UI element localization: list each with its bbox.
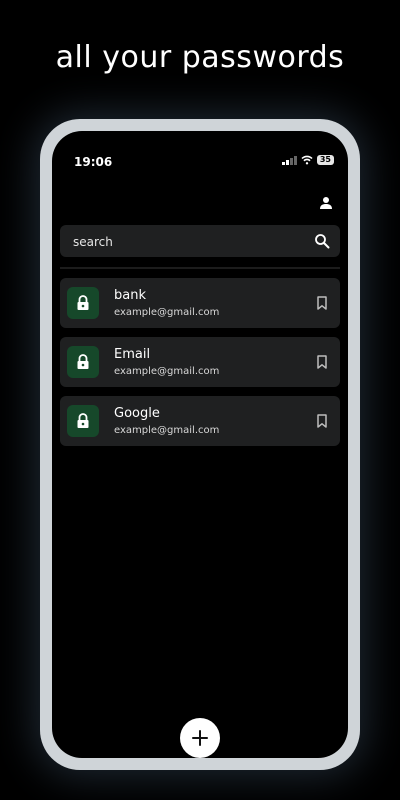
search-input[interactable]	[71, 225, 305, 259]
list-item[interactable]: Google example@gmail.com	[60, 396, 340, 446]
divider	[60, 267, 340, 269]
bookmark-icon[interactable]	[315, 354, 329, 370]
lock-icon	[67, 287, 99, 319]
app-screen: 19:06 35 search bank example@gmail.com E…	[52, 131, 348, 758]
item-title: Email	[114, 347, 151, 362]
list-item[interactable]: Email example@gmail.com	[60, 337, 340, 387]
search-icon[interactable]	[314, 233, 330, 249]
lock-icon	[67, 405, 99, 437]
search-bar	[60, 225, 340, 259]
password-list: bank example@gmail.com Email example@gma…	[60, 278, 340, 455]
item-subtitle: example@gmail.com	[114, 366, 220, 377]
wifi-icon	[301, 155, 313, 165]
add-password-button[interactable]	[180, 718, 220, 758]
profile-button[interactable]	[316, 193, 336, 213]
item-subtitle: example@gmail.com	[114, 425, 220, 436]
bookmark-icon[interactable]	[315, 413, 329, 429]
plus-icon	[192, 730, 208, 746]
item-title: Google	[114, 406, 160, 421]
item-subtitle: example@gmail.com	[114, 307, 220, 318]
status-time: 19:06	[74, 155, 113, 169]
promo-headline: all your passwords	[55, 40, 345, 75]
bookmark-icon[interactable]	[315, 295, 329, 311]
person-icon	[320, 197, 332, 209]
list-item[interactable]: bank example@gmail.com	[60, 278, 340, 328]
status-indicators: 35	[282, 155, 334, 165]
cellular-signal-icon	[282, 155, 297, 165]
battery-level: 35	[316, 155, 334, 165]
status-bar: 19:06 35	[74, 155, 334, 169]
lock-icon	[67, 346, 99, 378]
item-title: bank	[114, 288, 146, 303]
phone-frame: 19:06 35 search bank example@gmail.com E…	[40, 119, 360, 770]
